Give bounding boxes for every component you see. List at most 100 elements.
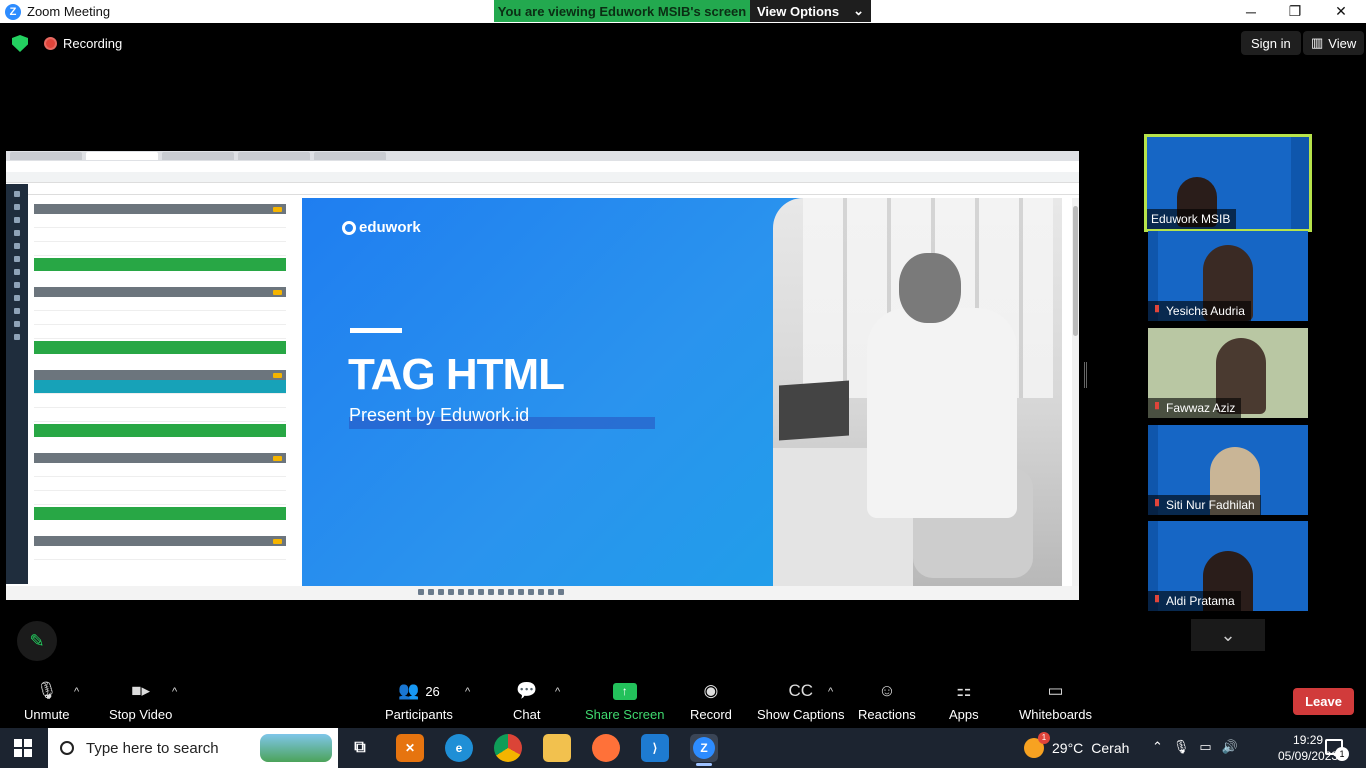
- browser-tab: [162, 152, 234, 160]
- edge-browser-icon[interactable]: e: [445, 734, 473, 762]
- search-icon: [60, 741, 74, 755]
- browser-address-bar: [6, 161, 1079, 172]
- reactions-button[interactable]: ☺ Reactions: [858, 680, 916, 722]
- smiley-add-icon: ☺: [878, 681, 896, 700]
- mic-muted-icon: [1155, 402, 1159, 410]
- chat-options-caret[interactable]: ^: [555, 686, 560, 698]
- mic-muted-icon: [1155, 595, 1159, 603]
- whiteboard-icon: ▭: [1047, 681, 1064, 700]
- leave-button[interactable]: Leave: [1293, 688, 1354, 715]
- unmute-button[interactable]: 🎙 Unmute: [24, 680, 70, 722]
- participant-name: Eduwork MSIB: [1147, 209, 1237, 229]
- battery-icon[interactable]: ▭: [1199, 739, 1211, 755]
- microphone-icon[interactable]: 🎙: [1173, 739, 1190, 755]
- shared-taskbar: [6, 586, 1079, 600]
- apps-button[interactable]: ⚏ Apps: [949, 680, 979, 722]
- recording-indicator[interactable]: Recording: [44, 36, 122, 51]
- windows-start-icon[interactable]: [14, 739, 32, 757]
- browser-tab: [10, 152, 82, 160]
- zoom-logo-icon: Z: [5, 3, 21, 20]
- grid-icon: ▥: [1311, 35, 1324, 50]
- slide-title: TAG HTML: [348, 350, 565, 399]
- apps-grid-icon: ⚏: [956, 681, 972, 700]
- scroll-participants-down-button[interactable]: ⌄: [1191, 619, 1265, 651]
- weather-sun-icon: 1: [1024, 732, 1050, 758]
- tray-expand-icon[interactable]: ⌃: [1152, 739, 1163, 755]
- record-button[interactable]: ◉ Record: [690, 680, 732, 722]
- app-sidebar: [6, 184, 28, 584]
- minimize-button[interactable]: ─: [1228, 0, 1274, 23]
- slide-brand-text: eduwork: [359, 219, 421, 236]
- file-explorer-icon[interactable]: [543, 734, 571, 762]
- video-options-caret[interactable]: ^: [172, 686, 177, 698]
- participants-count: 26: [425, 683, 440, 699]
- browser-tab: [238, 152, 310, 160]
- participant-tile[interactable]: Eduwork MSIB: [1144, 134, 1312, 232]
- view-label: View: [1328, 35, 1357, 51]
- volume-icon[interactable]: 🔊: [1222, 739, 1238, 755]
- slide-accent-bar: [350, 328, 402, 333]
- system-tray: ⌃ 🎙 ▭ 🔊: [1152, 739, 1238, 755]
- slide-photo: [773, 198, 1062, 586]
- participants-options-caret[interactable]: ^: [465, 686, 470, 698]
- zoom-app-icon[interactable]: Z: [690, 734, 718, 766]
- chevron-down-icon: ⌄: [853, 3, 864, 18]
- window-title: Zoom Meeting: [27, 4, 111, 19]
- mic-muted-icon: [1155, 499, 1159, 507]
- security-shield-icon[interactable]: [12, 35, 28, 52]
- chrome-browser-icon[interactable]: [494, 734, 522, 762]
- participants-button[interactable]: 👥 26 Participants: [385, 680, 453, 722]
- captions-options-caret[interactable]: ^: [828, 686, 833, 698]
- restore-button[interactable]: ❐: [1272, 0, 1318, 23]
- participant-tile[interactable]: Aldi Pratama: [1148, 521, 1308, 611]
- close-button[interactable]: ✕: [1318, 0, 1364, 23]
- browser-bookmarks-bar: [6, 172, 1079, 183]
- participant-tile[interactable]: Fawwaz Aziz: [1148, 328, 1308, 418]
- slide-subtitle: Present by Eduwork.id: [349, 405, 530, 425]
- chat-button[interactable]: 💬 Chat: [513, 680, 540, 722]
- mic-muted-icon: 🎙: [35, 681, 58, 700]
- participant-name: Aldi Pratama: [1148, 591, 1241, 611]
- presentation-slide: eduwork TAG HTML Present by Eduwork.id: [302, 198, 1062, 586]
- task-view-icon[interactable]: ⧉: [346, 734, 374, 762]
- slide-brand: eduwork: [342, 219, 421, 236]
- participants-icon: 👥: [398, 681, 420, 700]
- weather-temp: 29°C: [1052, 740, 1084, 756]
- firefox-icon[interactable]: [592, 734, 620, 762]
- share-screen-icon: ↑: [612, 682, 637, 700]
- participant-name: Siti Nur Fadhilah: [1148, 495, 1261, 515]
- taskbar-search-box[interactable]: Type here to search: [48, 728, 338, 768]
- annotate-pencil-icon[interactable]: ✎: [17, 621, 57, 661]
- chat-bubble-icon: 💬: [516, 681, 538, 700]
- weather-widget[interactable]: 1 29°C Cerah: [1024, 732, 1130, 758]
- notification-count: 1: [1335, 747, 1349, 761]
- curriculum-panel: [34, 204, 286, 588]
- app-top-nav: [28, 184, 1079, 195]
- participant-tile[interactable]: Yesicha Audria: [1148, 231, 1308, 321]
- weather-desc: Cerah: [1091, 740, 1130, 756]
- view-options-button[interactable]: View Options ⌄: [750, 0, 871, 22]
- xampp-icon[interactable]: ✕: [396, 734, 424, 762]
- participant-tile[interactable]: Siti Nur Fadhilah: [1148, 425, 1308, 515]
- share-screen-button[interactable]: ↑ Share Screen: [585, 680, 665, 722]
- search-highlight-image: [260, 734, 332, 762]
- sign-in-button[interactable]: Sign in: [1241, 31, 1301, 55]
- meeting-toolbar: 🎙 Unmute ^ ■▸ Stop Video ^ 👥 26 Participa…: [0, 672, 1366, 728]
- notification-center-icon[interactable]: 1: [1325, 739, 1349, 761]
- view-options-label: View Options: [756, 3, 840, 19]
- eduwork-logo-icon: [342, 220, 356, 235]
- audio-options-caret[interactable]: ^: [74, 686, 79, 698]
- view-button[interactable]: ▥ View: [1303, 31, 1365, 55]
- browser-tab: [314, 152, 386, 160]
- vscode-icon[interactable]: ⟩: [641, 734, 669, 762]
- page-scrollbar: [1072, 198, 1079, 586]
- stop-video-button[interactable]: ■▸ Stop Video: [109, 680, 172, 722]
- record-icon: ◉: [703, 681, 719, 700]
- whiteboards-button[interactable]: ▭ Whiteboards: [1019, 680, 1092, 722]
- captions-icon: CC: [788, 681, 813, 700]
- panel-resize-handle[interactable]: [1084, 362, 1087, 388]
- meeting-top-bar: Recording Sign in ▥ View: [0, 23, 1366, 63]
- search-placeholder: Type here to search: [86, 739, 219, 757]
- browser-tabs: [6, 151, 1079, 161]
- shared-screen[interactable]: eduwork TAG HTML Present by Eduwork.id: [6, 151, 1079, 600]
